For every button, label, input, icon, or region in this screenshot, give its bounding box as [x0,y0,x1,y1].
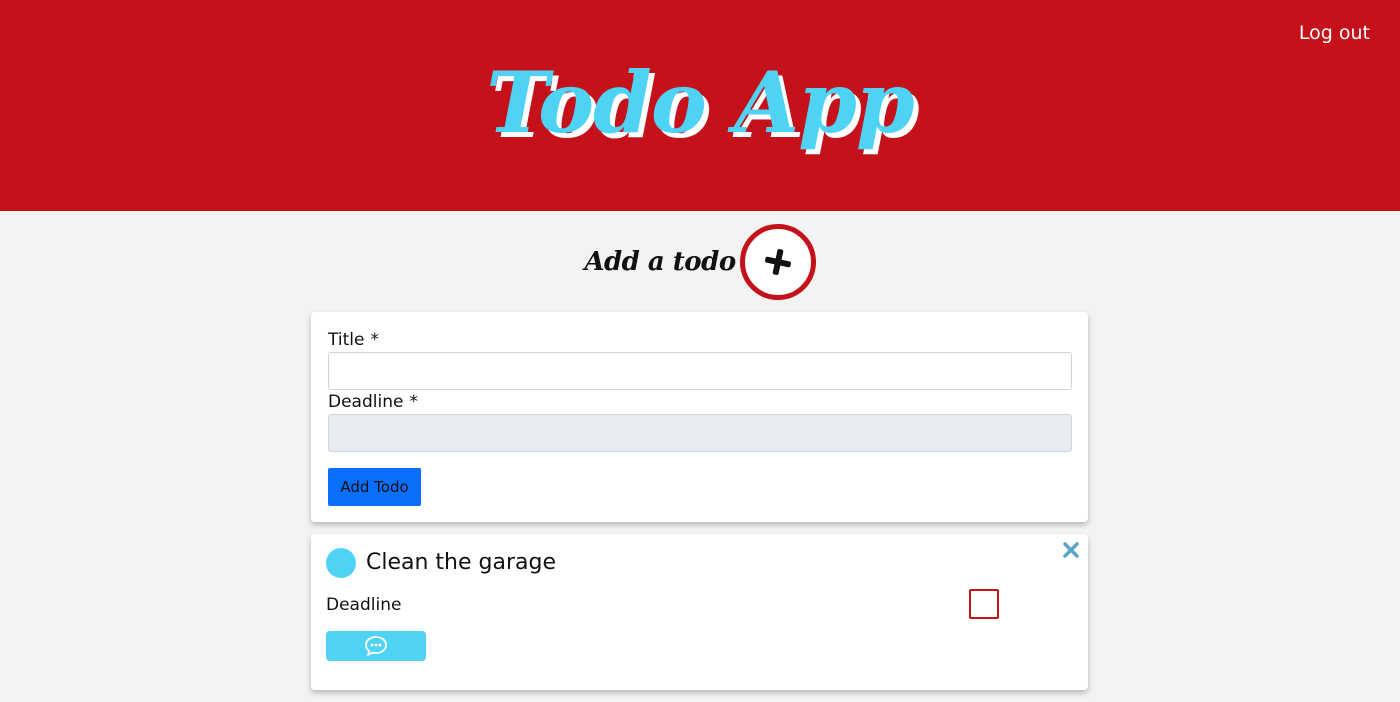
todo-deadline-label: Deadline [326,595,402,615]
add-todo-toggle-row: Add a todo [0,224,1400,300]
add-todo-form: Title * Deadline * Add Todo [311,312,1088,522]
comments-button[interactable] [326,631,426,661]
todo-complete-checkbox[interactable] [969,589,999,619]
add-todo-label: Add a todo [584,247,736,277]
todo-status-dot [326,548,356,578]
deadline-label-text: Deadline [328,392,404,412]
required-marker: * [370,330,379,350]
todo-item: Clean the garage Deadline [311,534,1088,690]
add-todo-toggle-button[interactable] [739,224,816,300]
todo-title: Clean the garage [366,550,556,575]
logout-link[interactable]: Log out [1299,22,1370,44]
plus-icon [764,249,791,275]
app-title: Todo App [486,53,915,152]
title-label-text: Title [328,330,365,350]
comment-bubble-icon [365,636,387,656]
title-label: Title * [328,330,379,350]
close-icon[interactable] [1062,541,1080,559]
deadline-input[interactable] [328,414,1072,452]
add-todo-button[interactable]: Add Todo [328,468,421,506]
required-marker: * [409,392,418,412]
title-input[interactable] [328,352,1072,390]
app-header: Log out Todo App [0,0,1400,211]
deadline-label: Deadline * [328,392,418,412]
